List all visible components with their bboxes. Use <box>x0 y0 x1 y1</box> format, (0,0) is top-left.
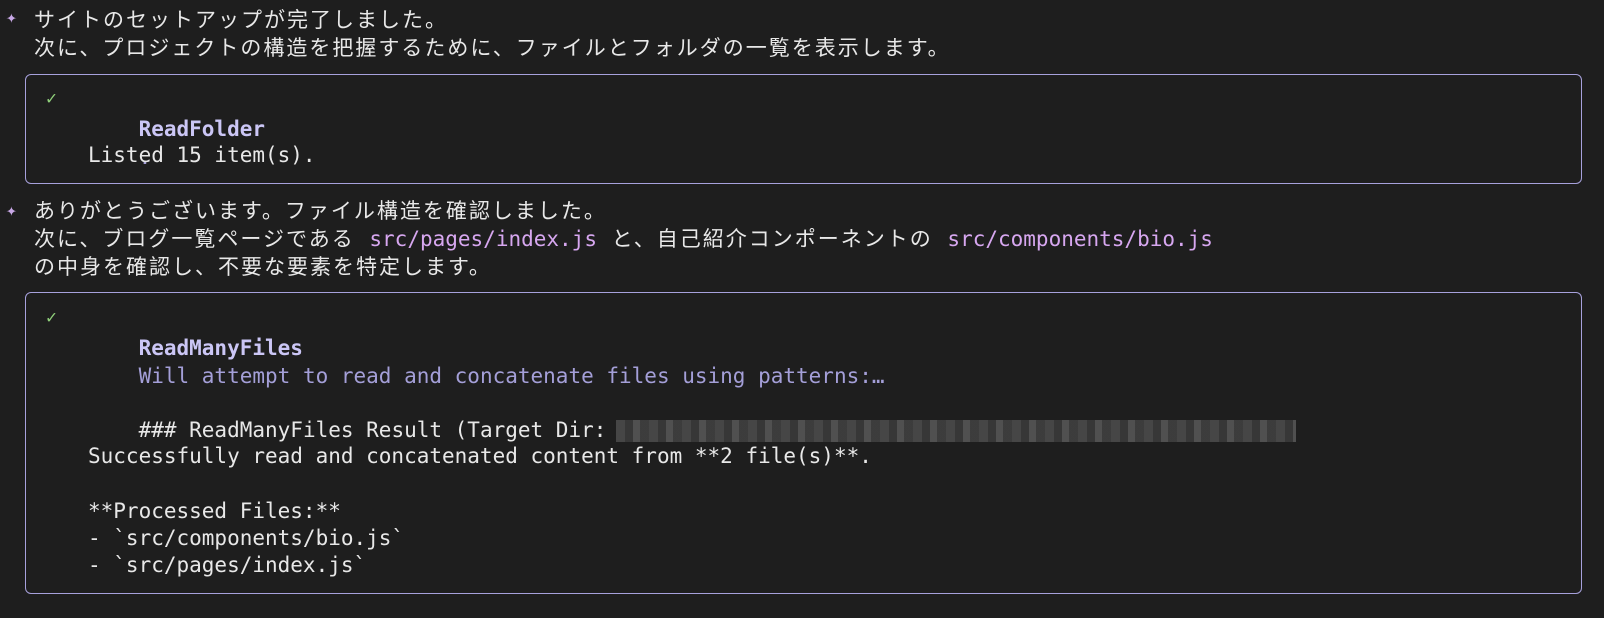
processed-file-item: - `src/pages/index.js` <box>88 553 367 577</box>
sparkle-icon: ✦ <box>6 7 17 28</box>
file-path-inline-code: src/pages/index.js <box>369 227 597 251</box>
message-line: の中身を確認し、不要な要素を特定します。 <box>34 255 492 279</box>
message-text: 次に、ブログ一覧ページである <box>34 227 370 251</box>
file-path-inline-code: src/components/bio.js <box>947 227 1213 251</box>
message-line: 次に、ブログ一覧ページである src/pages/index.js と、自己紹介… <box>34 225 1213 253</box>
check-icon: ✓ <box>46 88 57 109</box>
tool-description: Will attempt to read and concatenate fil… <box>138 364 885 388</box>
message-line: 次に、プロジェクトの構造を把握するために、ファイルとフォルダの一覧を表示します。 <box>34 36 951 60</box>
message-line: サイトのセットアップが完了しました。 <box>34 8 448 32</box>
tool-output: Listed 15 item(s). <box>88 143 316 167</box>
message-text: と、自己紹介コンポーネントの <box>596 227 948 251</box>
tool-name: ReadManyFiles <box>138 336 303 360</box>
tool-call-panel-readfolder: ✓ ReadFolder . Listed 15 item(s). <box>25 74 1582 184</box>
tool-name: ReadFolder <box>138 117 266 141</box>
result-heading-text: ### ReadManyFiles Result (Target Dir: <box>138 418 607 442</box>
check-icon: ✓ <box>46 307 57 328</box>
processed-files-heading: **Processed Files:** <box>88 499 341 523</box>
sparkle-icon: ✦ <box>6 200 17 221</box>
message-line: ありがとうございます。ファイル構造を確認しました。 <box>34 199 607 223</box>
redacted-path <box>616 420 1297 442</box>
tool-call-panel-readmanyfiles: ✓ ReadManyFiles Will attempt to read and… <box>25 292 1582 594</box>
processed-file-item: - `src/components/bio.js` <box>88 526 405 550</box>
result-summary: Successfully read and concatenated conte… <box>88 444 872 468</box>
